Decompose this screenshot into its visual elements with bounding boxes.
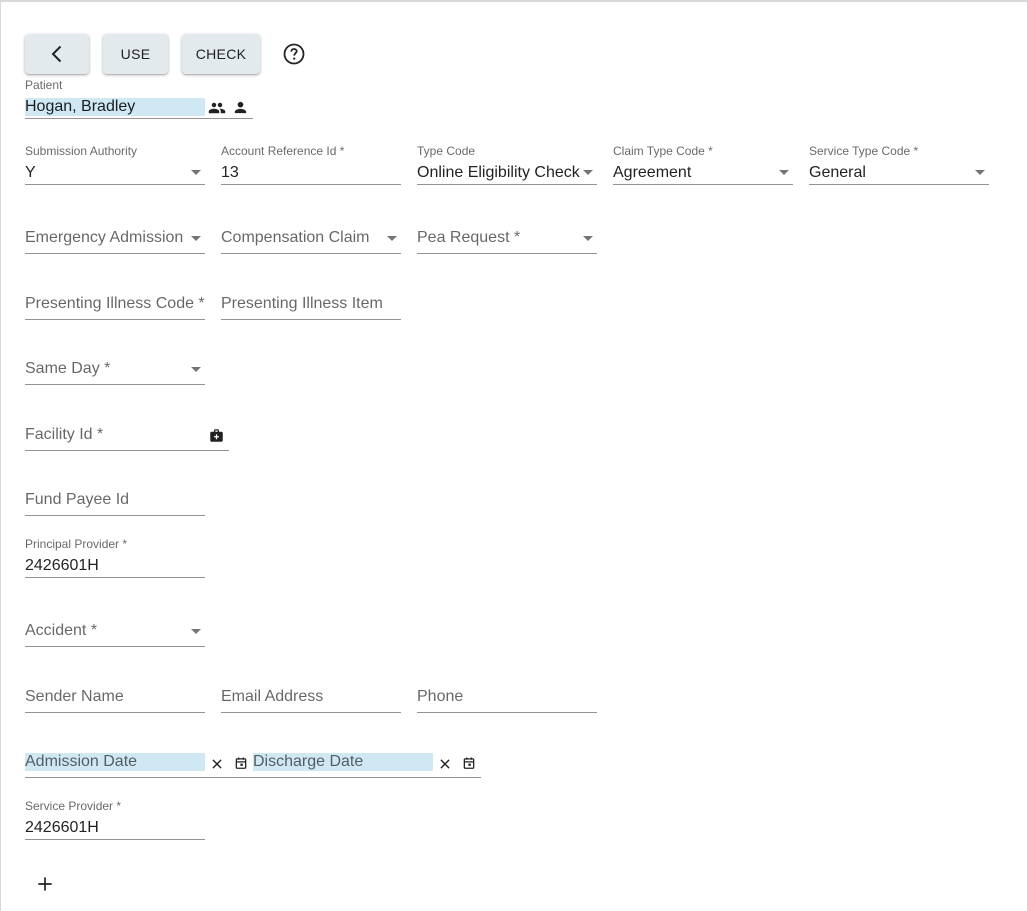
dropdown-arrow-icon [191, 170, 201, 175]
service-provider-label: Service Provider * [25, 799, 122, 813]
presenting-illness-item-placeholder: Presenting Illness Item [221, 295, 383, 312]
dropdown-arrow-icon [191, 629, 201, 634]
dropdown-arrow-icon [779, 170, 789, 175]
check-button[interactable]: CHECK [182, 34, 260, 74]
dropdown-arrow-icon [583, 236, 593, 241]
submission-authority-select[interactable]: Submission Authority Y [25, 144, 205, 185]
emergency-admission-select[interactable]: Emergency Admission [25, 213, 205, 254]
accident-select[interactable]: Accident * [25, 606, 205, 647]
fund-payee-id-field[interactable]: Fund Payee Id [25, 475, 205, 516]
window-top-border [0, 0, 1027, 2]
account-reference-id-label: Account Reference Id * [221, 144, 345, 158]
compensation-claim-placeholder: Compensation Claim [221, 229, 370, 246]
dropdown-arrow-icon [583, 170, 593, 175]
account-reference-id-value: 13 [221, 164, 239, 181]
patient-field[interactable]: Patient Hogan, Bradley [25, 78, 253, 119]
principal-provider-field[interactable]: Principal Provider * 2426601H [25, 537, 205, 578]
principal-provider-label: Principal Provider * [25, 537, 128, 551]
sender-name-field[interactable]: Sender Name [25, 672, 205, 713]
phone-field[interactable]: Phone [417, 672, 597, 713]
phone-placeholder: Phone [417, 688, 464, 705]
service-type-code-label: Service Type Code * [809, 144, 919, 158]
submission-authority-label: Submission Authority [25, 144, 138, 158]
account-reference-id-field[interactable]: Account Reference Id * 13 [221, 144, 401, 185]
email-address-placeholder: Email Address [221, 688, 324, 705]
clear-discharge-date-icon[interactable] [438, 757, 452, 771]
type-code-label: Type Code [417, 144, 476, 158]
accident-placeholder: Accident * [25, 622, 98, 639]
same-day-select[interactable]: Same Day * [25, 344, 205, 385]
type-code-select[interactable]: Type Code Online Eligibility Check [417, 144, 597, 185]
dropdown-arrow-icon [191, 236, 201, 241]
pea-request-select[interactable]: Pea Request * [417, 213, 597, 254]
calendar-icon[interactable] [462, 756, 476, 770]
person-icon[interactable] [232, 99, 249, 116]
discharge-date-input[interactable]: Discharge Date [253, 753, 433, 771]
help-circle-icon[interactable] [282, 42, 306, 66]
dropdown-arrow-icon [191, 367, 201, 372]
service-type-code-value: General [809, 164, 866, 181]
service-provider-field[interactable]: Service Provider * 2426601H [25, 799, 205, 840]
presenting-illness-item-field[interactable]: Presenting Illness Item [221, 279, 401, 320]
clear-admission-date-icon[interactable] [210, 757, 224, 771]
pea-request-placeholder: Pea Request * [417, 229, 521, 246]
presenting-illness-code-field[interactable]: Presenting Illness Code * [25, 279, 205, 320]
chevron-left-icon [51, 45, 62, 63]
back-button[interactable] [25, 34, 89, 74]
calendar-icon[interactable] [234, 756, 248, 770]
admission-date-input[interactable]: Admission Date [25, 753, 205, 771]
service-provider-value: 2426601H [25, 819, 99, 836]
fund-payee-id-placeholder: Fund Payee Id [25, 491, 130, 508]
facility-id-placeholder: Facility Id * [25, 426, 104, 443]
claim-type-code-label: Claim Type Code * [613, 144, 713, 158]
group-icon[interactable] [208, 99, 226, 117]
date-range-field: Admission Date Discharge Date [25, 737, 481, 778]
patient-value[interactable]: Hogan, Bradley [25, 98, 205, 116]
claim-type-code-select[interactable]: Claim Type Code * Agreement [613, 144, 793, 185]
same-day-placeholder: Same Day * [25, 360, 111, 377]
principal-provider-value: 2426601H [25, 557, 99, 574]
type-code-value: Online Eligibility Check [417, 164, 580, 181]
window-left-border [0, 0, 1, 911]
facility-id-field[interactable]: Facility Id * [25, 410, 229, 451]
presenting-illness-code-placeholder: Presenting Illness Code * [25, 295, 205, 312]
dropdown-arrow-icon [387, 236, 397, 241]
claim-type-code-value: Agreement [613, 164, 692, 181]
service-type-code-select[interactable]: Service Type Code * General [809, 144, 989, 185]
patient-label: Patient [25, 78, 63, 92]
plus-icon[interactable] [35, 874, 55, 894]
patient-name: Hogan, Bradley [25, 98, 205, 116]
dropdown-arrow-icon [975, 170, 985, 175]
email-address-field[interactable]: Email Address [221, 672, 401, 713]
emergency-admission-placeholder: Emergency Admission [25, 229, 184, 246]
medical-bag-icon[interactable] [209, 428, 224, 443]
compensation-claim-select[interactable]: Compensation Claim [221, 213, 401, 254]
submission-authority-value: Y [25, 164, 36, 181]
use-button[interactable]: USE [103, 34, 168, 74]
sender-name-placeholder: Sender Name [25, 688, 124, 705]
